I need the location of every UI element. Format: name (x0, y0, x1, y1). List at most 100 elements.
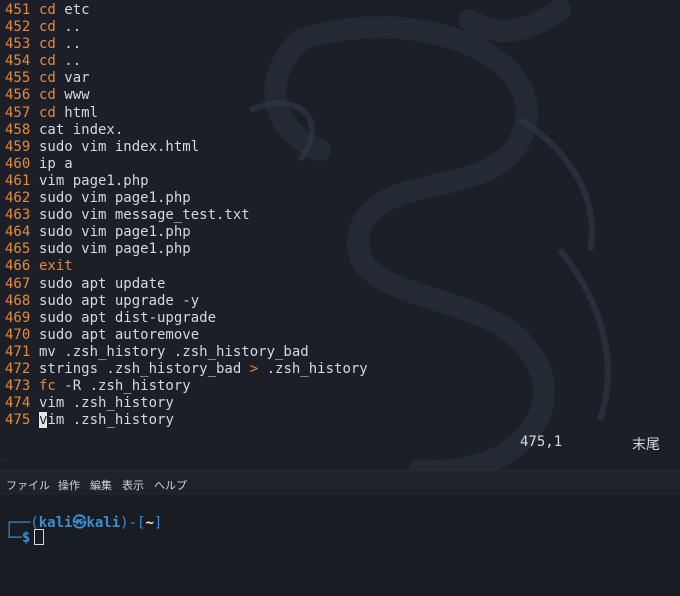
vim-line[interactable]: 452 cd .. (5, 19, 368, 36)
line-number: 458 (5, 121, 31, 138)
line-text: sudo apt dist-upgrade (39, 309, 217, 326)
vim-line[interactable]: 471 mv .zsh_history .zsh_history_bad (5, 344, 368, 361)
menu-action[interactable]: 操作 (58, 477, 80, 493)
prompt-line-2[interactable]: └─$ (5, 529, 45, 546)
line-text-after: .zsh_history (258, 360, 368, 377)
line-number: 473 (5, 378, 31, 395)
line-number: 466 (5, 258, 31, 275)
line-text: strings .zsh_history_bad (39, 360, 250, 377)
line-number: 463 (5, 207, 31, 224)
line-command-keyword: cd (39, 104, 56, 121)
line-text: vim page1.php (39, 172, 149, 189)
menu-file[interactable]: ファイル (6, 477, 50, 493)
line-text: .. (55, 36, 82, 53)
terminal-window: 451 cd etc 452 cd .. 453 cd .. 454 cd .. 455 cd v… (0, 0, 680, 596)
prompt-frame-end: ] (153, 515, 163, 531)
line-number: 461 (5, 172, 31, 189)
line-text: cat index. (39, 121, 124, 138)
line-text: im .zsh_history (47, 412, 174, 429)
vim-line[interactable]: 458 cat index. (5, 122, 368, 139)
line-text: sudo vim page1.php (39, 224, 191, 241)
vim-empty-line-marker: ~ (2, 455, 9, 466)
line-command-keyword: exit (39, 258, 73, 275)
line-text: sudo vim message_test.txt (39, 207, 250, 224)
line-number: 452 (5, 19, 31, 36)
vim-line[interactable]: 451 cd etc (5, 2, 368, 19)
line-redirect-operator: > (249, 360, 259, 377)
line-number: 467 (5, 275, 31, 292)
line-number: 474 (5, 395, 31, 412)
line-command-keyword: cd (39, 53, 56, 70)
vim-line[interactable]: 470 sudo apt autoremove (5, 327, 368, 344)
line-number: 468 (5, 292, 31, 309)
line-command-keyword: cd (39, 36, 56, 53)
vim-ruler-mode: 末尾 (632, 437, 660, 453)
vim-line[interactable]: 460 ip a (5, 156, 368, 173)
line-number: 472 (5, 360, 31, 377)
line-text: sudo vim page1.php (39, 241, 191, 258)
line-text: sudo apt update (39, 275, 166, 292)
vim-line[interactable]: 466 exit (5, 258, 368, 275)
line-number: 455 (5, 70, 31, 87)
vim-line[interactable]: 465 sudo vim page1.php (5, 241, 368, 258)
vim-line[interactable]: 464 sudo vim page1.php (5, 224, 368, 241)
prompt-dollar: $ (21, 530, 31, 546)
vim-line[interactable]: 457 cd html (5, 105, 368, 122)
line-number: 475 (5, 412, 31, 429)
line-number: 459 (5, 138, 31, 155)
vim-line[interactable]: 472 strings .zsh_history_bad > .zsh_histo… (5, 361, 368, 378)
line-text: www (55, 87, 90, 104)
line-text: etc (55, 2, 90, 18)
line-command-keyword: cd (39, 87, 56, 104)
vim-line[interactable]: 473 fc -R .zsh_history (5, 378, 368, 395)
line-number: 464 (5, 224, 31, 241)
prompt-host: kali (86, 515, 121, 531)
prompt-frame-bottom: └─ (5, 530, 22, 546)
line-text: ip a (39, 155, 73, 172)
vim-line[interactable]: 467 sudo apt update (5, 276, 368, 293)
line-command-keyword: cd (39, 2, 56, 18)
line-text: sudo apt upgrade -y (39, 292, 200, 309)
vim-line[interactable]: 455 cd var (5, 70, 368, 87)
line-text: sudo apt autoremove (39, 326, 200, 343)
menu-view[interactable]: 表示 (122, 477, 144, 493)
line-text: -R .zsh_history (55, 378, 191, 395)
vim-line[interactable]: 469 sudo apt dist-upgrade (5, 310, 368, 327)
vim-ruler-position: 475,1 (520, 434, 563, 450)
vim-line[interactable]: 474 vim .zsh_history (5, 395, 368, 412)
line-number: 454 (5, 53, 31, 70)
vim-line[interactable]: 463 sudo vim message_test.txt (5, 207, 368, 224)
vim-line[interactable]: 459 sudo vim index.html (5, 139, 368, 156)
line-number: 462 (5, 190, 31, 207)
line-number: 456 (5, 87, 31, 104)
terminal-cursor (34, 529, 45, 545)
line-number: 460 (5, 155, 31, 172)
line-text: var (55, 70, 90, 87)
vim-line[interactable]: 462 sudo vim page1.php (5, 190, 368, 207)
line-text: sudo vim page1.php (39, 190, 191, 207)
prompt-directory: ~ (145, 515, 154, 531)
line-text: vim .zsh_history (39, 395, 174, 412)
vim-editor[interactable]: 451 cd etc 452 cd .. 453 cd .. 454 cd .. 455 cd v… (0, 0, 680, 470)
menu-help[interactable]: ヘルプ (154, 477, 187, 493)
vim-line[interactable]: 468 sudo apt upgrade -y (5, 293, 368, 310)
vim-line[interactable]: 475 vim .zsh_history (5, 412, 368, 429)
line-command-keyword: fc (39, 378, 56, 395)
prompt-separator-icon: ㉿ (72, 515, 87, 531)
line-command-keyword: cd (39, 19, 56, 36)
vim-line[interactable]: 461 vim page1.php (5, 173, 368, 190)
vim-line[interactable]: 454 cd .. (5, 53, 368, 70)
vim-buffer[interactable]: 451 cd etc 452 cd .. 453 cd .. 454 cd .. 455 cd v… (5, 2, 368, 429)
menu-edit[interactable]: 編集 (90, 477, 112, 493)
menu-bar: ファイル 操作 編集 表示 ヘルプ (0, 471, 680, 495)
line-number: 471 (5, 343, 31, 360)
line-text: .. (55, 19, 82, 36)
line-number: 457 (5, 104, 31, 121)
line-command-keyword: cd (39, 70, 56, 87)
terminal-pane[interactable]: ┌──(kali㉿kali)-[~] └─$ (0, 495, 680, 596)
line-number: 453 (5, 36, 31, 53)
vim-line[interactable]: 456 cd www (5, 87, 368, 104)
line-number: 470 (5, 326, 31, 343)
vim-line[interactable]: 453 cd .. (5, 36, 368, 53)
line-text: .. (55, 53, 82, 70)
